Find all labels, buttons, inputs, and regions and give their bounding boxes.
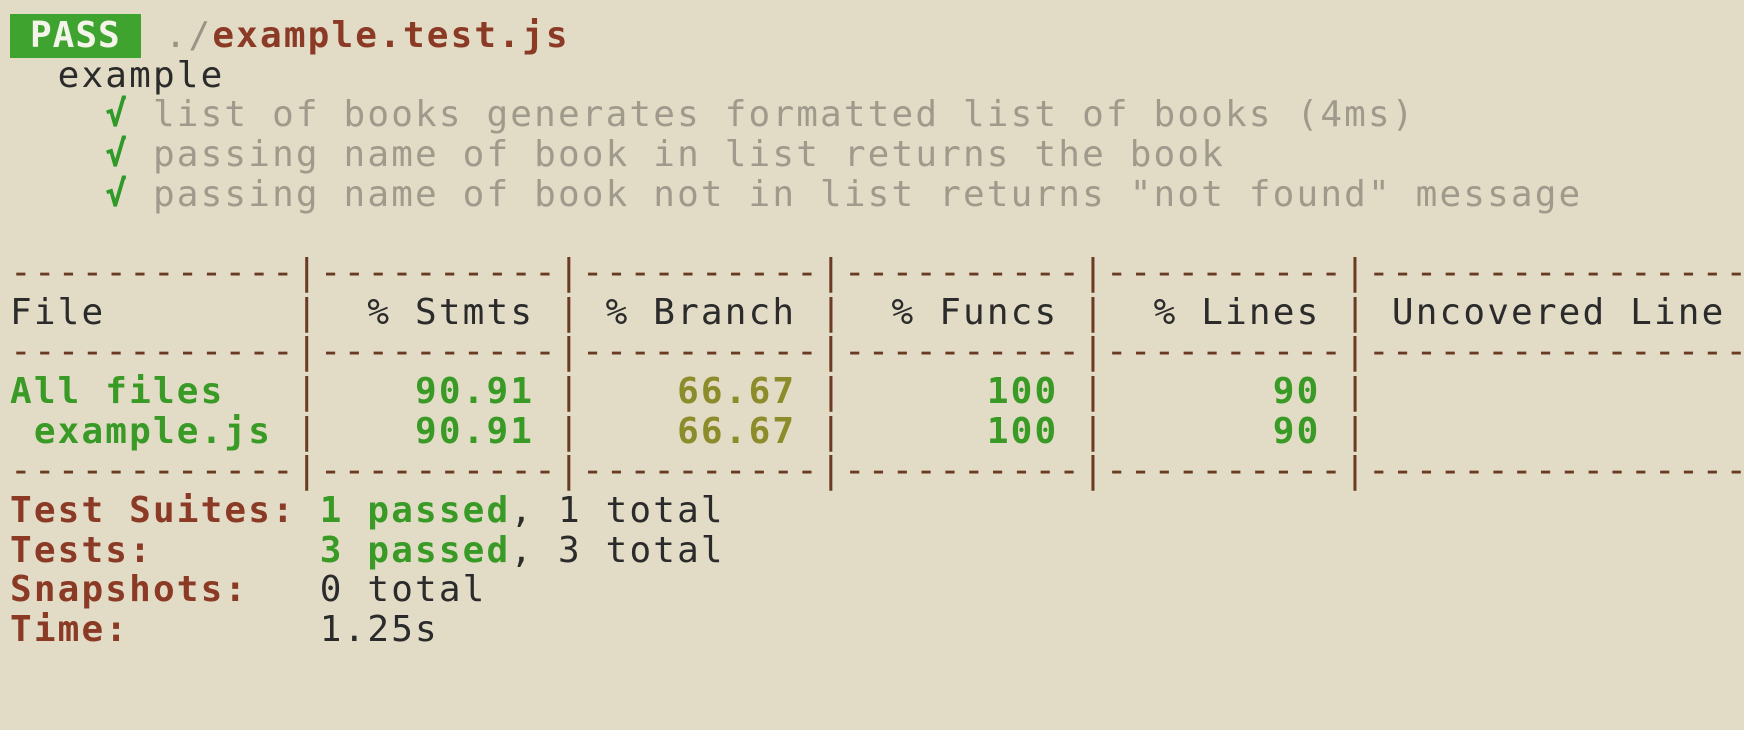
summary-time: Time: 1.25s bbox=[10, 608, 439, 652]
coverage-row-example-js: example.js | 90.91 | 66.67 | 100 | 90 | … bbox=[10, 411, 1369, 452]
summary-value: 1.25s bbox=[319, 609, 439, 650]
test-result-row: √ passing name of book not in list retur… bbox=[10, 173, 1582, 217]
test-name: list of books generates formatted list o… bbox=[152, 94, 1416, 135]
table-separator: ------------|----------|----------|-----… bbox=[10, 252, 1744, 293]
column-header: % Stmts bbox=[367, 292, 535, 333]
summary-label: Test Suites: bbox=[10, 490, 296, 531]
check-icon: √ bbox=[105, 134, 130, 175]
column-header: File bbox=[10, 292, 106, 333]
suite-heading: example bbox=[10, 54, 224, 98]
coverage-cell-branch: 66.67 bbox=[677, 371, 797, 412]
coverage-cell-funcs: 100 bbox=[986, 411, 1059, 452]
terminal-window: PASS ./example.test.js example √ list of … bbox=[0, 0, 1744, 730]
summary-label: Time: bbox=[10, 609, 130, 650]
summary-passed: 1 passed bbox=[319, 490, 511, 531]
coverage-row-all-files: All files | 90.91 | 66.67 | 100 | 90 | | bbox=[10, 371, 1369, 412]
summary-total: , 1 total bbox=[510, 490, 725, 531]
summary-passed: 3 passed bbox=[319, 530, 511, 571]
table-separator: ------------|----------|----------|-----… bbox=[10, 450, 1744, 491]
coverage-cell-stmts: 90.91 bbox=[415, 371, 535, 412]
file-name-cell: example.js bbox=[10, 411, 273, 452]
test-file-header: PASS ./example.test.js bbox=[10, 14, 570, 58]
summary-label: Snapshots: bbox=[10, 569, 249, 610]
check-icon: √ bbox=[105, 94, 130, 135]
summary-snapshots: Snapshots: 0 total bbox=[10, 568, 487, 612]
test-result-row: √ list of books generates formatted list… bbox=[10, 93, 1416, 137]
summary-total: , 3 total bbox=[510, 530, 725, 571]
coverage-cell-funcs: 100 bbox=[986, 371, 1059, 412]
test-result-row: √ passing name of book in list returns t… bbox=[10, 133, 1225, 177]
test-file-name: example.test.js bbox=[212, 15, 570, 56]
coverage-cell-branch: 66.67 bbox=[677, 411, 797, 452]
table-separator: ------------|----------|----------|-----… bbox=[10, 331, 1744, 372]
summary-value: 0 total bbox=[319, 569, 487, 610]
path-prefix: ./ bbox=[164, 15, 213, 56]
coverage-cell-lines: 90 bbox=[1272, 411, 1321, 452]
coverage-header-row: File | % Stmts | % Branch | % Funcs | % … bbox=[10, 291, 1744, 335]
test-name: passing name of book in list returns the… bbox=[152, 134, 1226, 175]
pass-badge: PASS bbox=[10, 14, 141, 58]
coverage-cell-stmts: 90.91 bbox=[415, 411, 535, 452]
check-icon: √ bbox=[105, 174, 130, 215]
column-header: Uncovered Line #s bbox=[1391, 292, 1726, 333]
test-name: passing name of book not in list returns… bbox=[152, 174, 1583, 215]
summary-label: Tests: bbox=[10, 530, 153, 571]
suite-name: example bbox=[57, 55, 225, 96]
column-header: % Funcs bbox=[891, 292, 1059, 333]
column-header: % Branch bbox=[605, 292, 797, 333]
column-header: % Lines bbox=[1153, 292, 1321, 333]
file-name-cell: All files bbox=[10, 371, 225, 412]
coverage-cell-lines: 90 bbox=[1272, 371, 1321, 412]
summary-test-suites: Test Suites: 1 passed, 1 total bbox=[10, 489, 725, 533]
summary-tests: Tests: 3 passed, 3 total bbox=[10, 529, 725, 573]
